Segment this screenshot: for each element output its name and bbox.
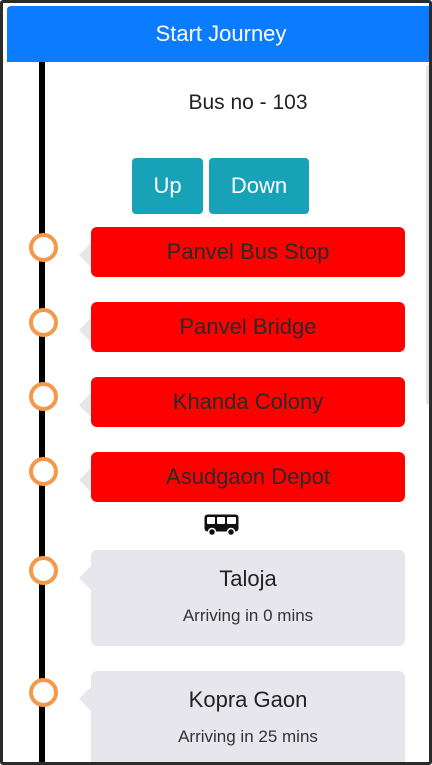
stop-marker-icon: [29, 556, 58, 585]
stop-card-passed[interactable]: Khanda Colony: [79, 377, 405, 427]
down-direction-button[interactable]: Down: [209, 158, 309, 214]
stop-name: Khanda Colony: [172, 389, 324, 414]
stop-name: Kopra Gaon: [188, 687, 308, 712]
stop-card-passed[interactable]: Asudgaon Depot: [79, 452, 405, 502]
stop-marker-icon: [29, 233, 58, 262]
stop-name: Taloja: [219, 566, 277, 591]
start-journey-button[interactable]: Start Journey: [7, 6, 429, 62]
bus-number-title: Bus no - 103: [188, 91, 308, 114]
bus-icon: [204, 514, 239, 536]
stop-card-upcoming[interactable]: Taloja Arriving in 0 mins: [79, 550, 405, 646]
stop-marker-icon: [29, 678, 58, 707]
arrival-eta: Arriving in 25 mins: [178, 727, 318, 746]
arrival-eta: Arriving in 0 mins: [182, 606, 314, 625]
stop-name: Asudgaon Depot: [166, 464, 330, 489]
stop-marker-icon: [29, 457, 58, 486]
scrollbar[interactable]: [426, 65, 429, 405]
stop-marker-icon: [29, 382, 58, 411]
stop-card-upcoming[interactable]: Kopra Gaon Arriving in 25 mins: [79, 671, 405, 762]
stop-name: Panvel Bus Stop: [166, 239, 330, 264]
up-direction-button[interactable]: Up: [132, 158, 203, 214]
stop-name: Panvel Bridge: [179, 314, 317, 339]
app-frame: Start Journey Bus no - 103 Up Down Panve…: [0, 0, 432, 765]
stop-card-passed[interactable]: Panvel Bridge: [79, 302, 405, 352]
stop-marker-icon: [29, 308, 58, 337]
route-timeline-line: [39, 62, 45, 762]
stop-card-passed[interactable]: Panvel Bus Stop: [79, 227, 405, 277]
